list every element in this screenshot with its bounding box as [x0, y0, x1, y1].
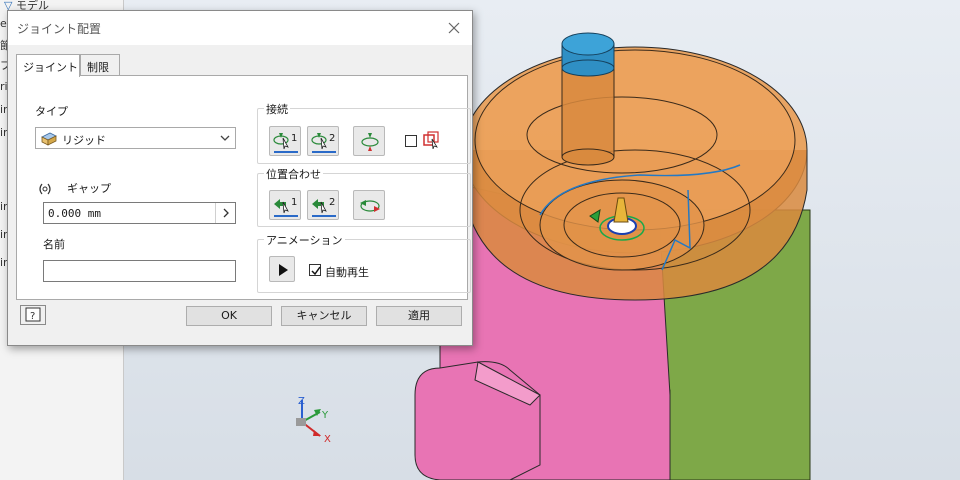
align-2-label: 2: [329, 197, 336, 208]
help-icon: ?: [25, 307, 41, 322]
tab-limits[interactable]: 制限: [80, 54, 120, 76]
name-label: 名前: [43, 238, 65, 251]
name-input[interactable]: [43, 260, 236, 282]
apply-button[interactable]: 適用: [376, 306, 462, 326]
flip-component-button[interactable]: [353, 126, 385, 156]
gap-icon: [39, 183, 51, 195]
svg-text:?: ?: [30, 311, 35, 322]
triad-y-label: Y: [321, 410, 329, 421]
autoplay-checkbox[interactable]: [309, 264, 321, 276]
lock-relationship-icon: [423, 131, 439, 149]
gap-value: 0.000 mm: [48, 207, 101, 220]
gap-label: ギャップ: [67, 182, 111, 195]
joint-type-value: リジッド: [62, 134, 106, 147]
animation-group-title: アニメーション: [264, 232, 345, 248]
connect-2-label: 2: [329, 133, 336, 144]
browser-row[interactable]: e: [0, 17, 7, 30]
play-icon: [279, 264, 288, 276]
invert-alignment-button[interactable]: [353, 190, 385, 220]
checkmark-icon: [311, 266, 321, 276]
tab-joint[interactable]: ジョイント: [16, 54, 80, 77]
rigid-joint-icon: [41, 132, 57, 146]
type-label: タイプ: [35, 105, 68, 118]
align-group-title: 位置合わせ: [264, 166, 323, 182]
view-triad: Z Y X: [296, 396, 331, 445]
gap-input[interactable]: 0.000 mm: [43, 202, 236, 224]
invert-alignment-icon: [360, 200, 380, 212]
connect-origin-2-button[interactable]: 2: [307, 126, 339, 156]
flip-icon: [361, 133, 379, 151]
joint-type-dropdown[interactable]: リジッド: [35, 127, 236, 149]
play-animation-button[interactable]: [269, 256, 295, 282]
connect-group-title: 接続: [264, 101, 290, 117]
align-1-label: 1: [291, 197, 298, 208]
connect-1-label: 1: [291, 133, 298, 144]
triad-z-label: Z: [298, 396, 305, 407]
connect-origin-1-button[interactable]: 1: [269, 126, 301, 156]
help-button[interactable]: ?: [20, 305, 46, 325]
chevron-down-icon: [220, 135, 230, 141]
joint-tab-panel: タイプ リジッド ギャップ 0.000 mm 名前 接続 1 2 位置合わせ 1…: [16, 75, 471, 300]
triad-x-label: X: [324, 434, 331, 445]
close-icon: [448, 22, 460, 34]
gap-flyout-button[interactable]: [215, 203, 235, 223]
align-2-button[interactable]: 2: [307, 190, 339, 220]
place-joint-dialog: ジョイント配置 ジョイント 制限 タイプ リジッド ギャップ 0.000 mm …: [7, 10, 473, 346]
chevron-right-icon: [223, 208, 229, 218]
align-1-button[interactable]: 1: [269, 190, 301, 220]
dialog-title: ジョイント配置: [17, 22, 102, 36]
autoplay-label: 自動再生: [325, 266, 369, 279]
cancel-button[interactable]: キャンセル: [281, 306, 367, 326]
ok-button[interactable]: OK: [186, 306, 272, 326]
close-button[interactable]: [442, 16, 466, 40]
lock-checkbox[interactable]: [405, 135, 417, 147]
dialog-titlebar[interactable]: ジョイント配置: [8, 11, 472, 45]
